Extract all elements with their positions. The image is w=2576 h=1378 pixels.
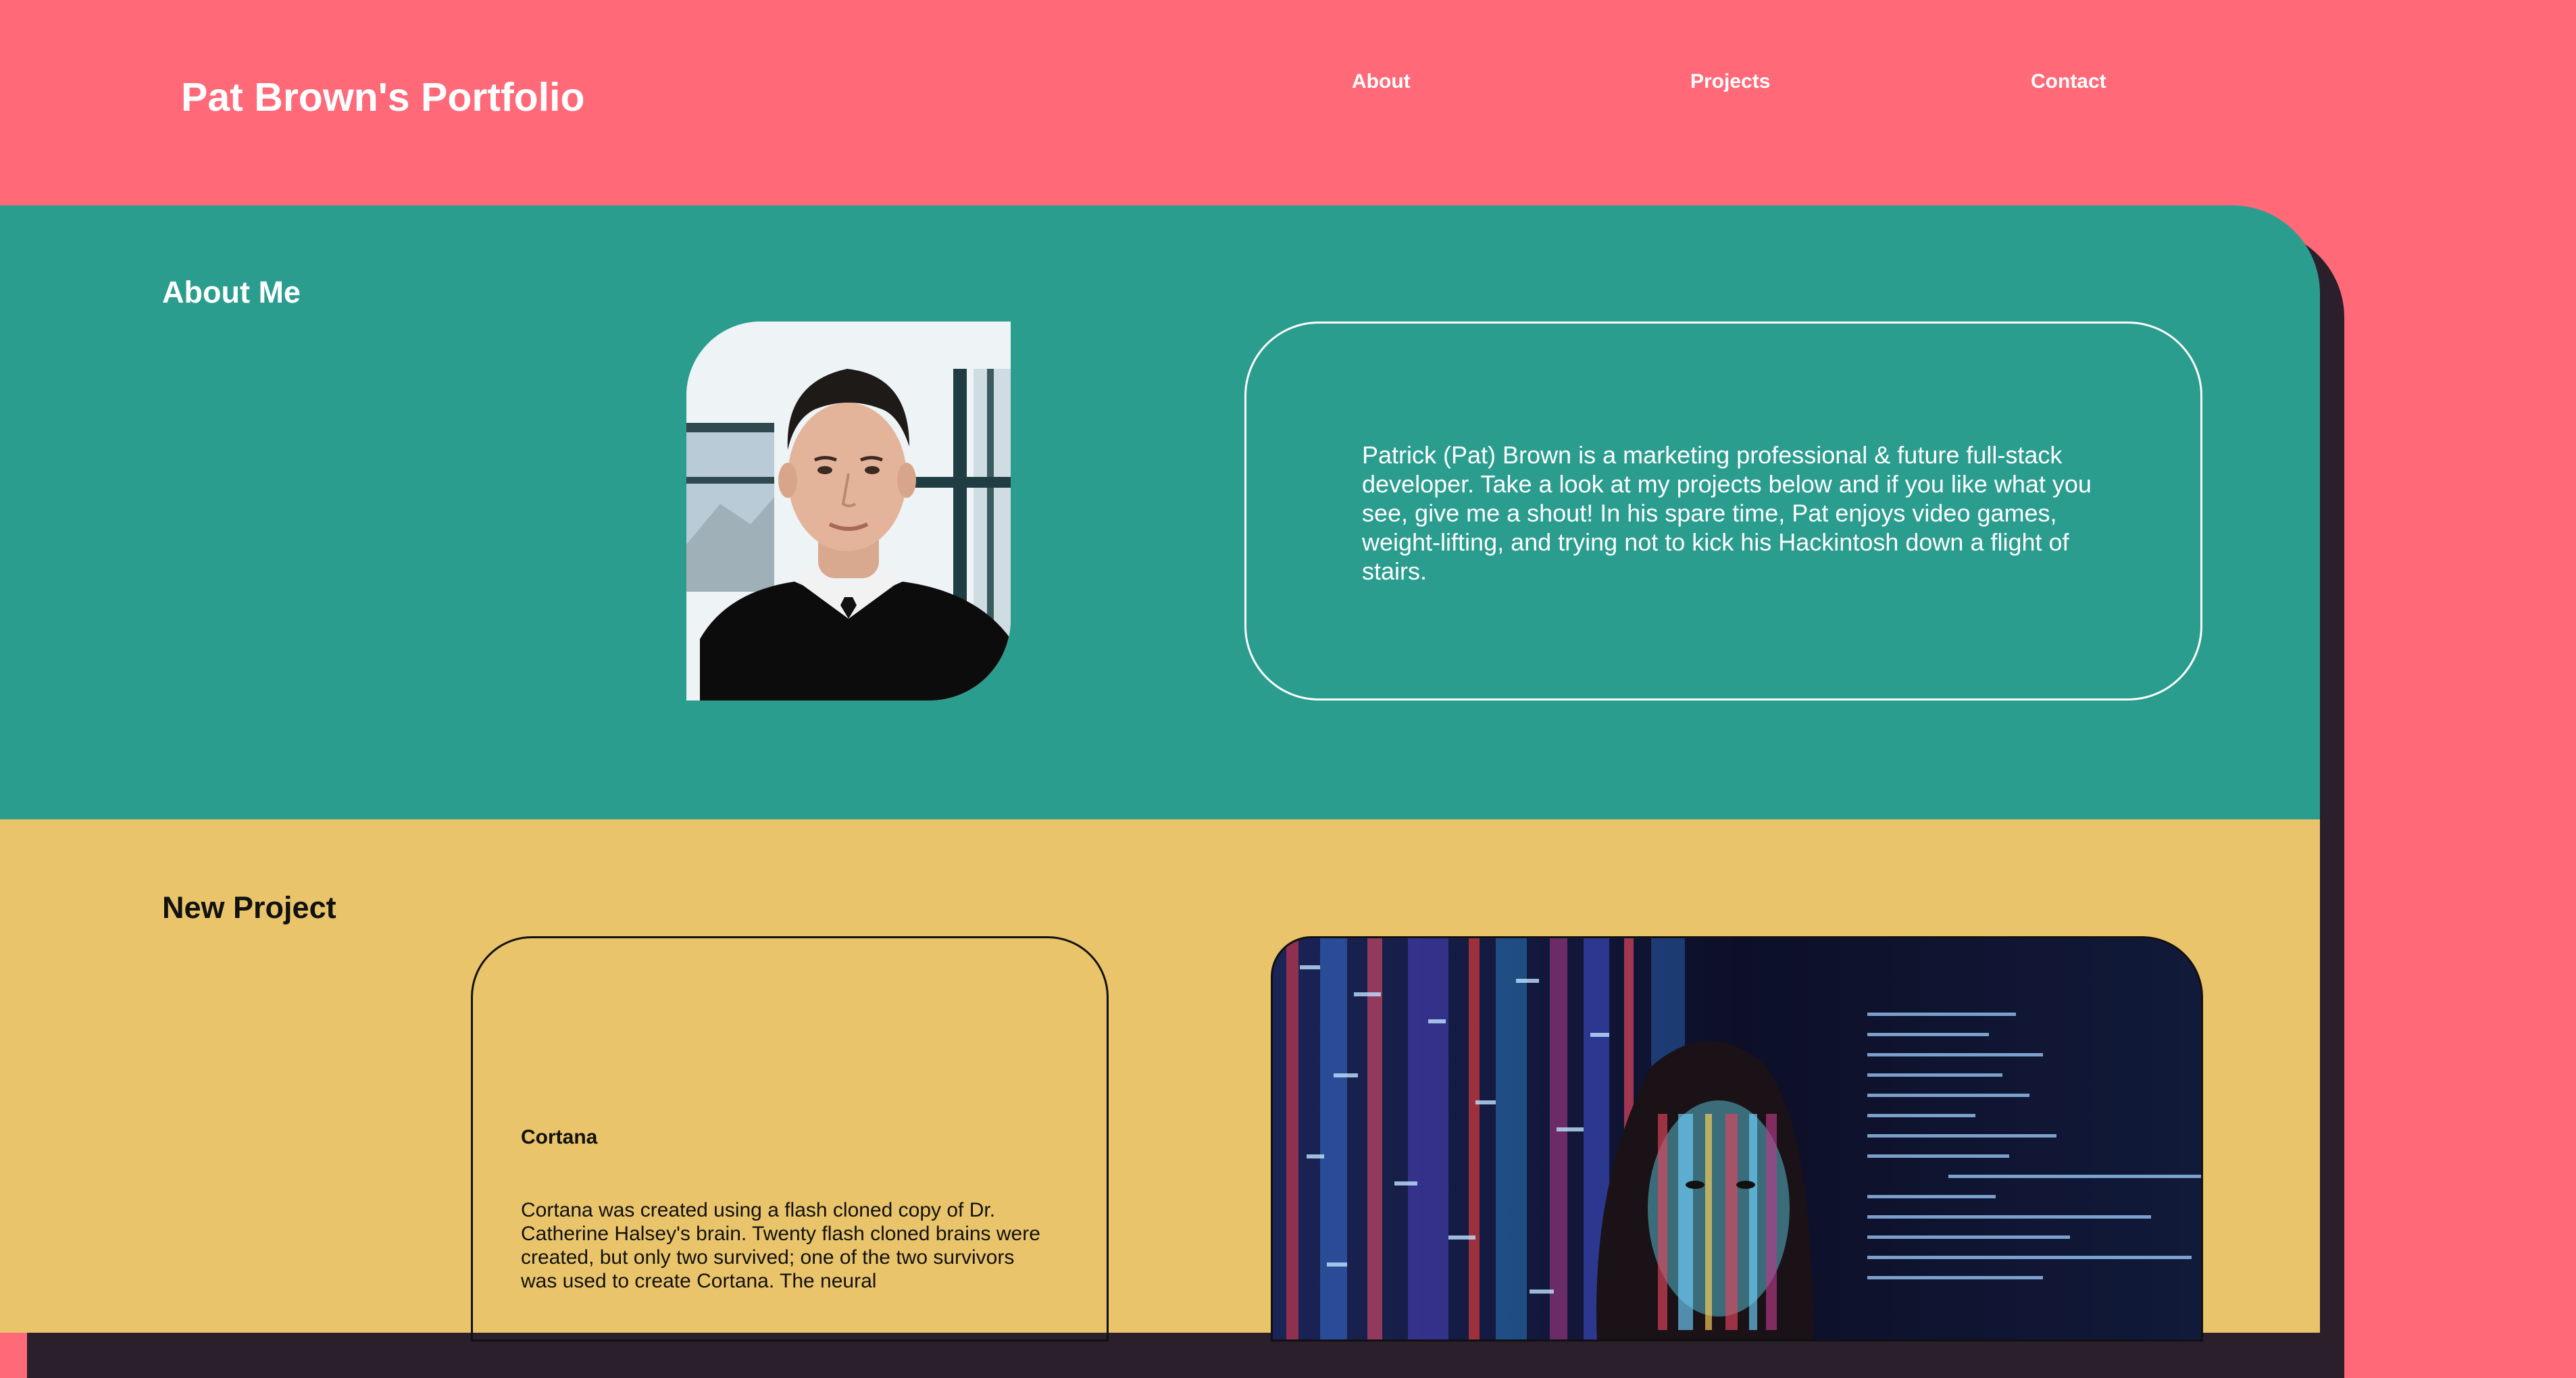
project-heading: New Project [162, 890, 336, 925]
site-header: Pat Brown's Portfolio About Projects Con… [0, 0, 2576, 205]
about-heading: About Me [162, 275, 301, 309]
about-bio-card: Patrick (Pat) Brown is a marketing profe… [1244, 322, 2202, 700]
about-section: About Me Patrick (Pat) Brown is a market… [0, 205, 2320, 819]
nav-link-about[interactable]: About [1352, 70, 1411, 93]
project-description: Cortana was created using a flash cloned… [521, 1199, 1040, 1292]
project-section: New Project Cortana Cortana was created … [0, 819, 2320, 1342]
about-bio-text: Patrick (Pat) Brown is a marketing profe… [1362, 441, 2092, 585]
project-image [1271, 936, 2203, 1342]
nav-link-projects[interactable]: Projects [1690, 70, 1770, 93]
nav-link-contact[interactable]: Contact [2031, 70, 2106, 93]
profile-photo [686, 322, 1011, 700]
project-card: Cortana Cortana was created using a flas… [471, 936, 1109, 1342]
project-name: Cortana [521, 1126, 598, 1148]
site-title: Pat Brown's Portfolio [181, 75, 585, 120]
